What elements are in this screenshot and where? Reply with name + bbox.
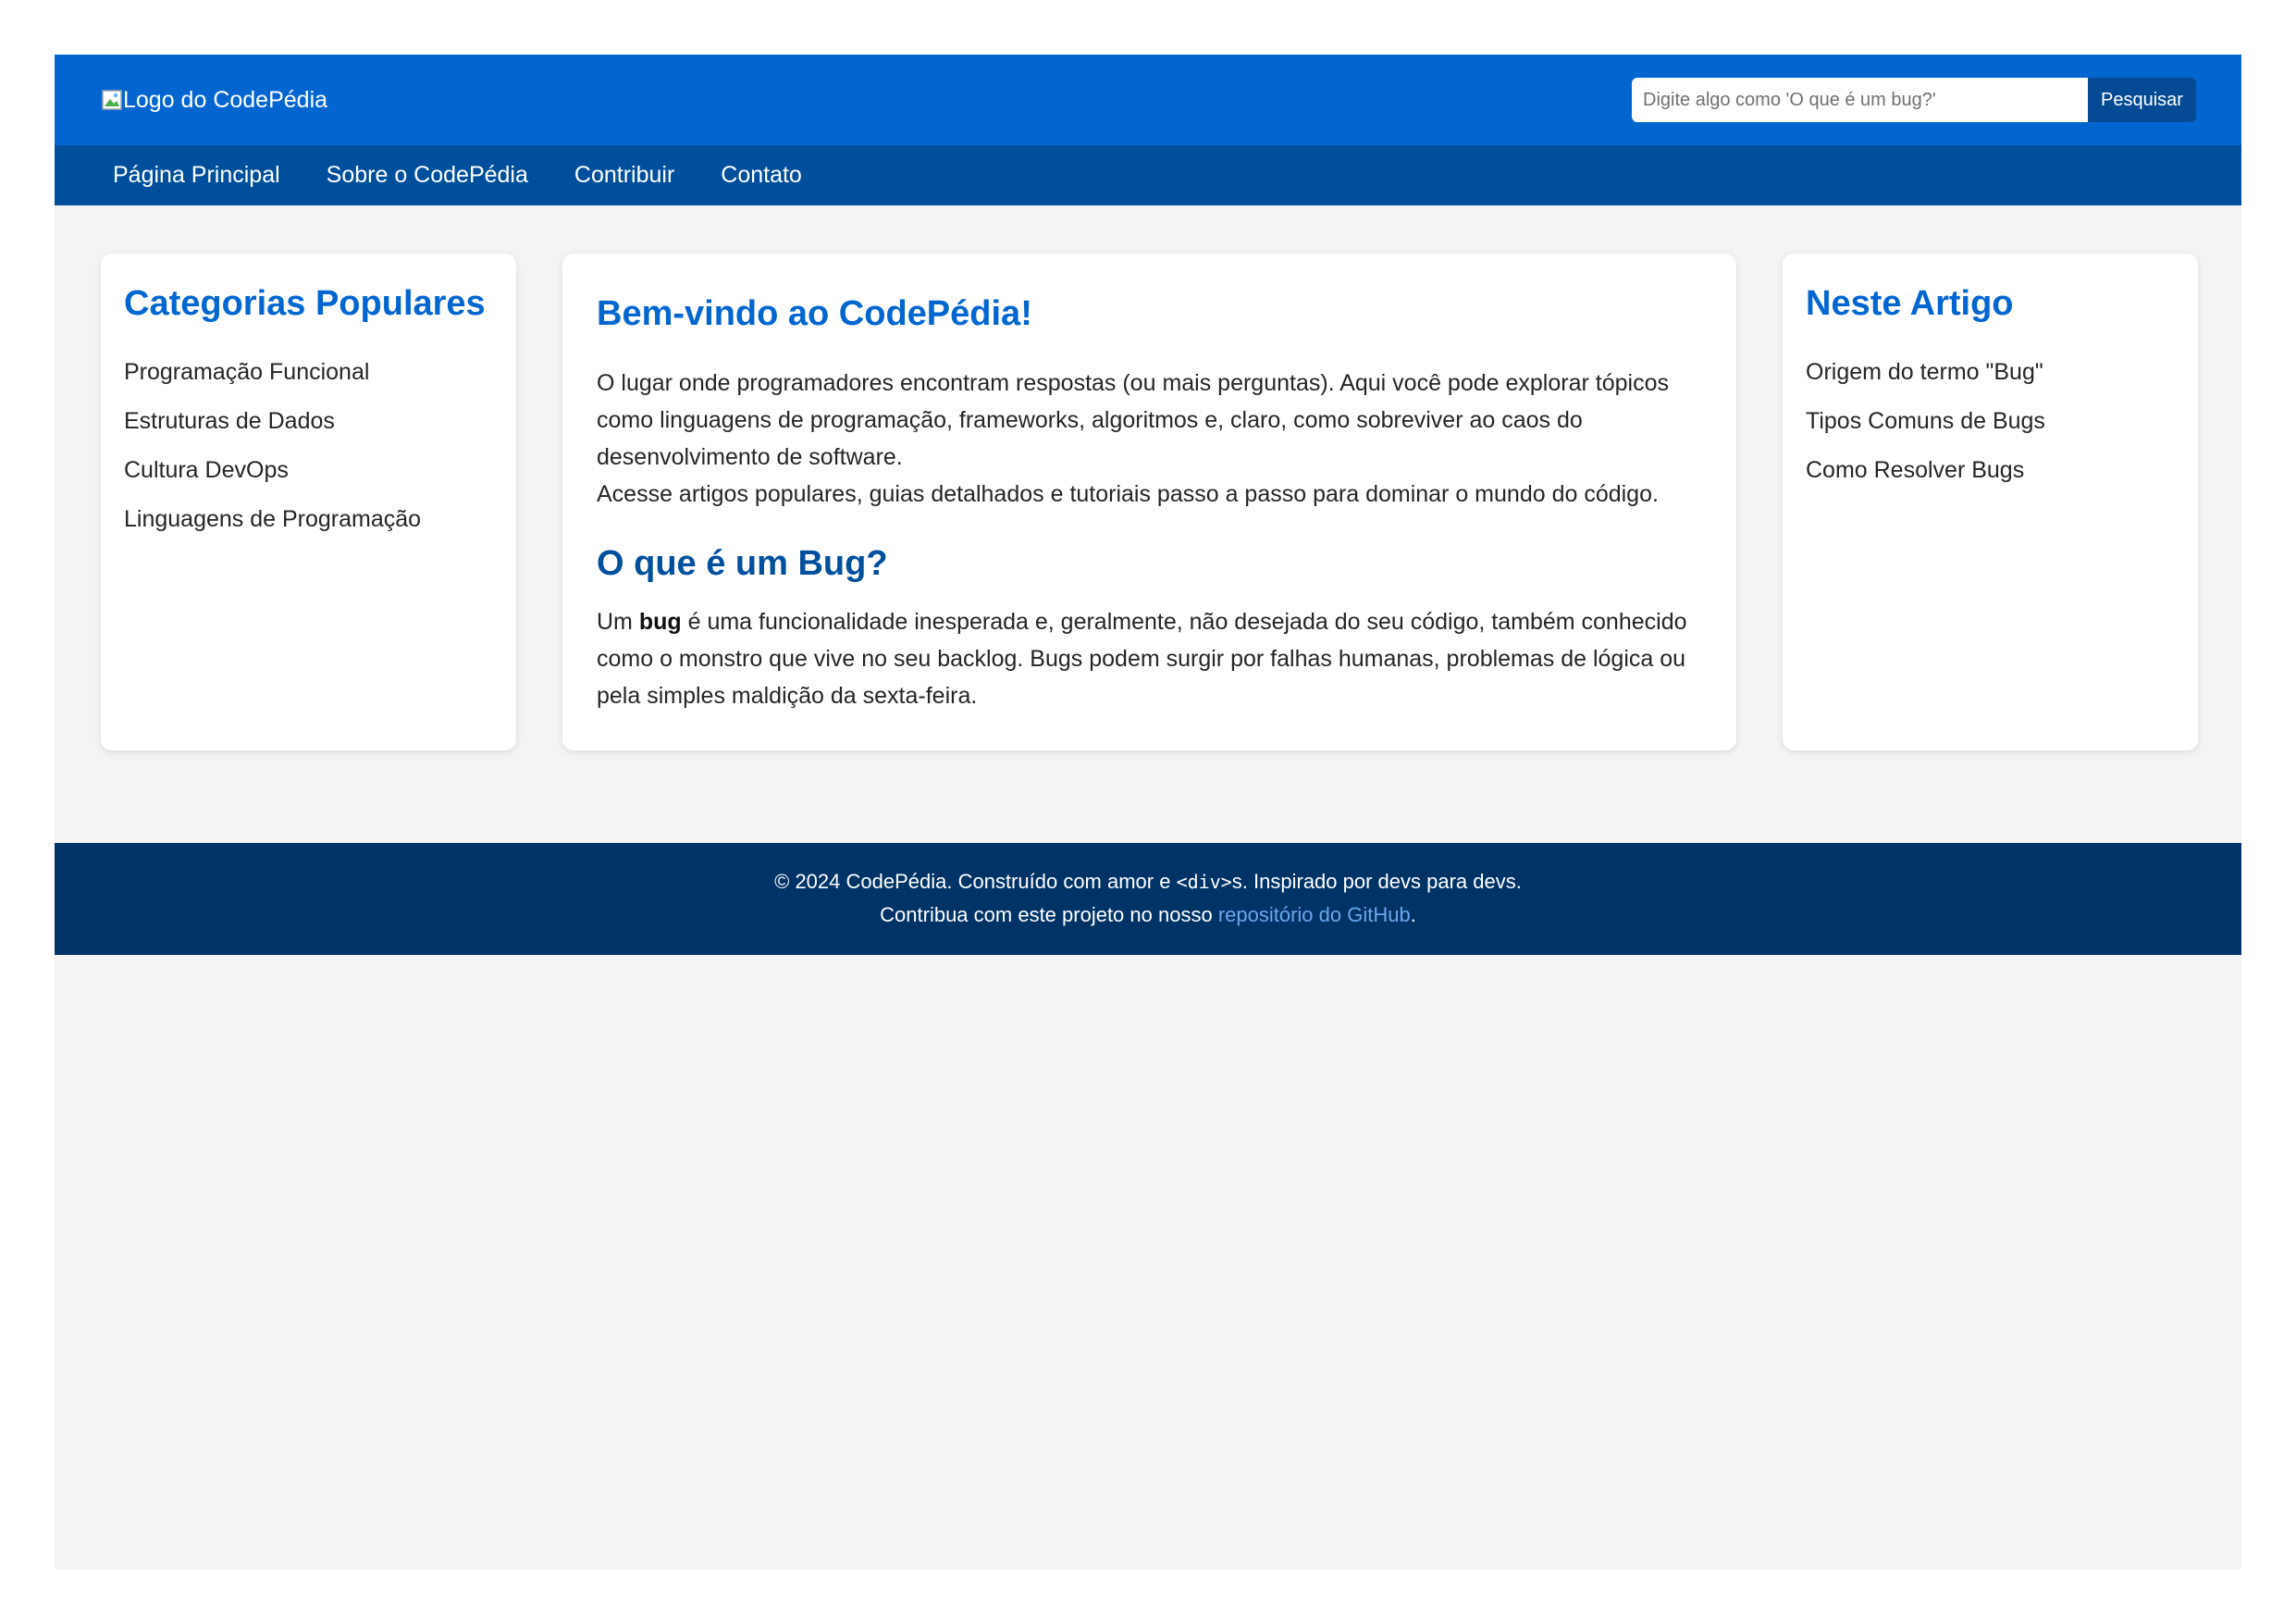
site-header: Logo do CodePédia Pesquisar [55,55,2241,145]
github-repo-link[interactable]: repositório do GitHub [1218,903,1411,926]
bug-heading: O que é um Bug? [597,544,888,583]
main-article-card: Bem-vindo ao CodePédia! O lugar onde pro… [562,254,1736,750]
nav-link-about[interactable]: Sobre o CodePédia [327,145,528,205]
search-button[interactable]: Pesquisar [2088,78,2196,122]
welcome-heading: Bem-vindo ao CodePédia! [597,294,1032,333]
toc-link-how-to-fix-bugs[interactable]: Como Resolver Bugs [1806,453,2045,502]
toc-link-bug-origin[interactable]: Origem do termo "Bug" [1806,355,2045,404]
search-input[interactable] [1632,78,2088,122]
footer-code-snippet: <div> [1176,871,1232,893]
broken-image-icon [101,88,125,112]
category-link-devops-culture[interactable]: Cultura DevOps [124,453,421,502]
logo-alt-text: Logo do CodePédia [123,87,328,113]
footer-contribute: Contribua com este projeto no nosso repo… [55,901,2241,929]
in-this-article-list: Origem do termo "Bug" Tipos Comuns de Bu… [1806,355,2045,502]
site-footer: © 2024 CodePédia. Construído com amor e … [55,843,2241,955]
main-nav: Página Principal Sobre o CodePédia Contr… [55,145,2241,205]
footer-copyright-text: © 2024 CodePédia. Construído com amor e [774,870,1177,893]
in-this-article-card: Neste Artigo Origem do termo "Bug" Tipos… [1783,254,2198,750]
bug-paragraph: Um bug é uma funcionalidade inesperada e… [597,603,1702,714]
intro-text-secondary: Acesse artigos populares, guias detalhad… [597,481,1659,507]
site-logo[interactable]: Logo do CodePédia [101,83,327,117]
category-link-programming-languages[interactable]: Linguagens de Programação [124,502,421,551]
category-link-functional-programming[interactable]: Programação Funcional [124,355,421,404]
bug-text-prefix: Um [597,609,639,635]
nav-link-home[interactable]: Página Principal [113,145,280,205]
popular-categories-card: Categorias Populares Programação Funcion… [101,254,516,750]
footer-copyright-suffix: s. Inspirado por devs para devs. [1231,870,1522,893]
nav-link-contact[interactable]: Contato [721,145,802,205]
category-link-data-structures[interactable]: Estruturas de Dados [124,404,421,453]
popular-categories-title: Categorias Populares [124,284,486,323]
intro-text: O lugar onde programadores encontram res… [597,370,1669,470]
intro-paragraph: O lugar onde programadores encontram res… [597,365,1702,513]
footer-contribute-suffix: . [1410,903,1416,926]
toc-link-common-bug-types[interactable]: Tipos Comuns de Bugs [1806,404,2045,453]
page-frame: Logo do CodePédia Pesquisar Página Princ… [55,55,2241,1569]
footer-contribute-text: Contribua com este projeto no nosso [880,903,1218,926]
nav-link-contribute[interactable]: Contribuir [574,145,674,205]
in-this-article-title: Neste Artigo [1806,284,2014,323]
bug-term: bug [638,609,682,635]
footer-copyright: © 2024 CodePédia. Construído com amor e … [55,868,2241,896]
popular-categories-list: Programação Funcional Estruturas de Dado… [124,355,421,551]
bug-text-body: é uma funcionalidade inesperada e, geral… [597,609,1687,709]
